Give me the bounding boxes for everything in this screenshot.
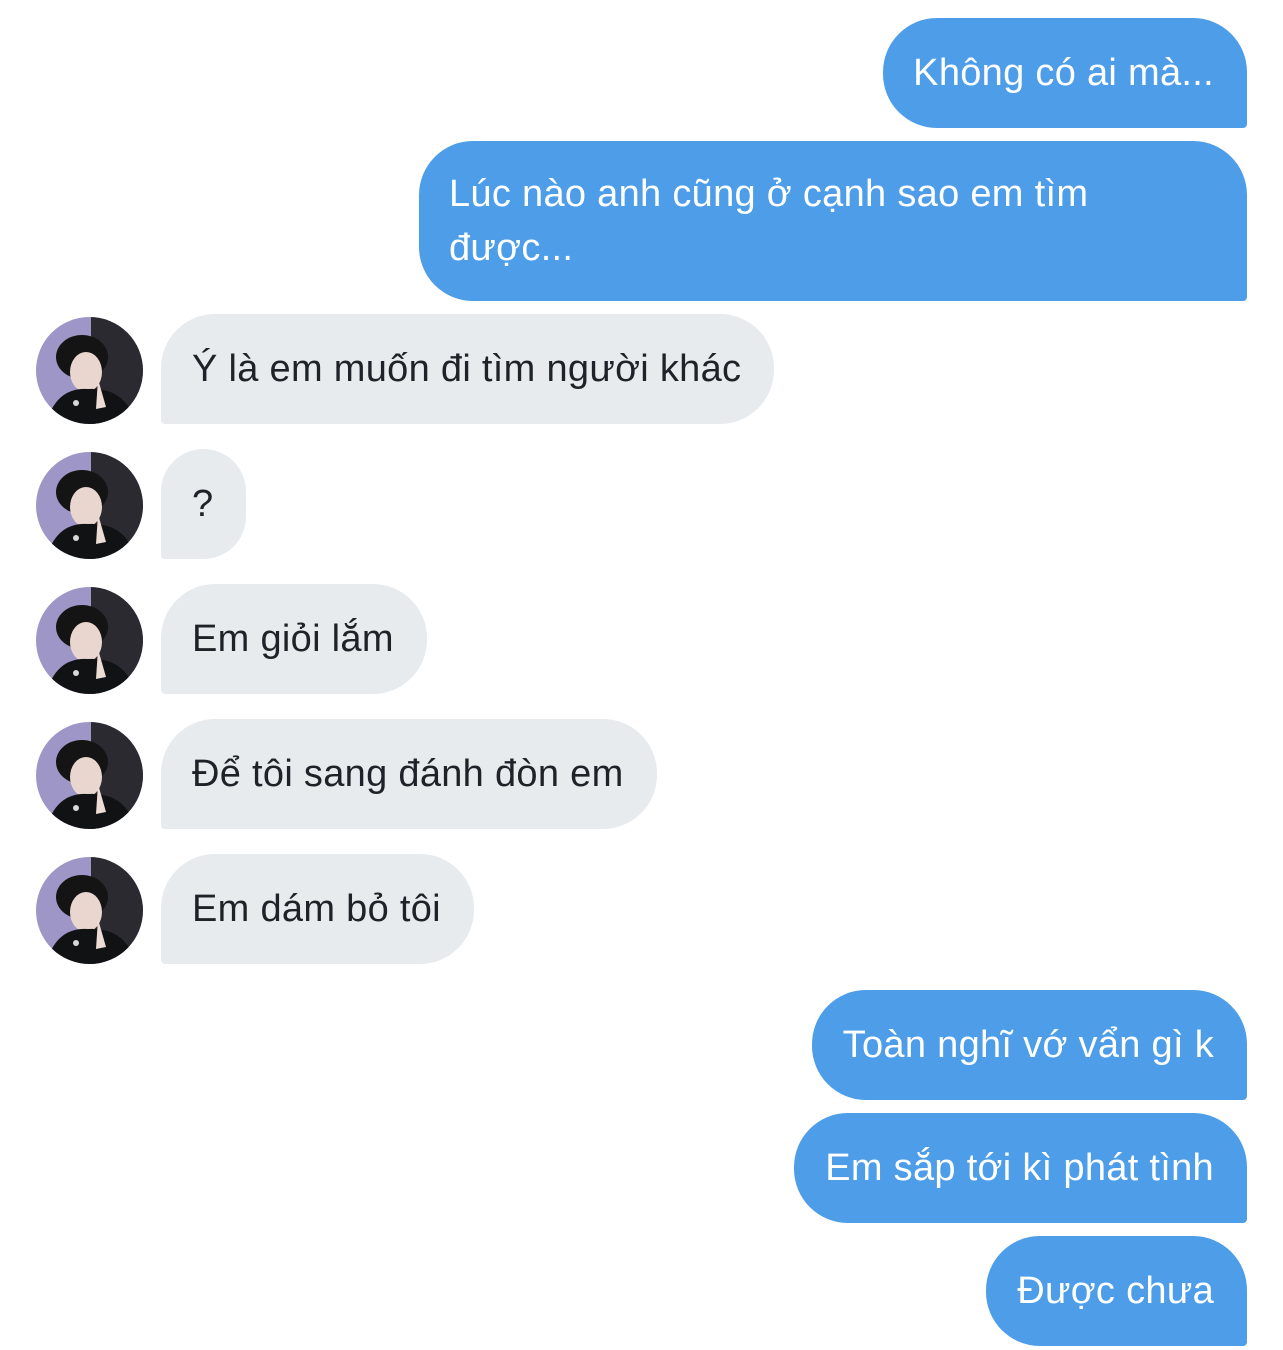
- message-bubble-sent[interactable]: Em sắp tới kì phát tình: [794, 1113, 1247, 1223]
- avatar-photo-icon: [36, 452, 143, 559]
- message-bubble-sent[interactable]: Được chưa: [986, 1236, 1247, 1346]
- contact-avatar[interactable]: [36, 452, 143, 559]
- message-bubble-received[interactable]: Em giỏi lắm: [161, 584, 427, 694]
- contact-avatar[interactable]: [36, 857, 143, 964]
- avatar-photo-icon: [36, 317, 143, 424]
- message-bubble-received[interactable]: Ý là em muốn đi tìm người khác: [161, 314, 775, 424]
- contact-avatar[interactable]: [36, 587, 143, 694]
- avatar-photo-icon: [36, 587, 143, 694]
- message-bubble-sent[interactable]: Không có ai mà...: [883, 18, 1247, 128]
- message-bubble-sent[interactable]: Toàn nghĩ vớ vẩn gì k: [811, 990, 1247, 1100]
- chat-screen: { "conversation": { "messages": [ {"side…: [0, 0, 1283, 1350]
- message-bubble-sent[interactable]: Lúc nào anh cũng ở cạnh sao em tìm được.…: [419, 141, 1247, 301]
- avatar-photo-icon: [36, 857, 143, 964]
- message-bubble-received[interactable]: Để tôi sang đánh đòn em: [161, 719, 657, 829]
- contact-avatar[interactable]: [36, 317, 143, 424]
- message-bubble-received[interactable]: Em dám bỏ tôi: [161, 854, 474, 964]
- message-bubble-received[interactable]: ?: [161, 449, 247, 559]
- avatar-photo-icon: [36, 722, 143, 829]
- contact-avatar[interactable]: [36, 722, 143, 829]
